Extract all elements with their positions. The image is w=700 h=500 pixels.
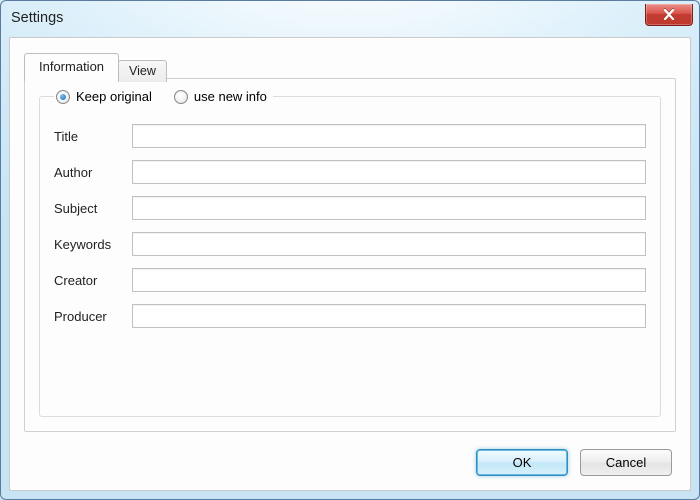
- info-group: Keep original use new info Title: [39, 89, 661, 417]
- form-rows: Title Author Subject Keywords: [54, 124, 646, 328]
- tab-information[interactable]: Information: [24, 53, 119, 81]
- label-author: Author: [54, 165, 132, 180]
- label-creator: Creator: [54, 273, 132, 288]
- tab-panel-information: Keep original use new info Title: [24, 78, 676, 432]
- radio-use-new-info[interactable]: use new info: [174, 89, 267, 104]
- radio-use-new-info-label: use new info: [194, 89, 267, 104]
- label-keywords: Keywords: [54, 237, 132, 252]
- radio-keep-original[interactable]: Keep original: [56, 89, 152, 104]
- cancel-button[interactable]: Cancel: [580, 449, 672, 476]
- settings-window: Settings Information View Keep original: [0, 0, 700, 500]
- radio-keep-original-label: Keep original: [76, 89, 152, 104]
- row-subject: Subject: [54, 196, 646, 220]
- row-creator: Creator: [54, 268, 646, 292]
- tab-view[interactable]: View: [118, 60, 167, 82]
- row-author: Author: [54, 160, 646, 184]
- row-producer: Producer: [54, 304, 646, 328]
- label-title: Title: [54, 129, 132, 144]
- close-icon: [663, 9, 675, 20]
- input-subject[interactable]: [132, 196, 646, 220]
- input-title[interactable]: [132, 124, 646, 148]
- dialog-buttons: OK Cancel: [476, 449, 672, 476]
- client-area: Information View Keep original use new i…: [9, 37, 691, 491]
- input-keywords[interactable]: [132, 232, 646, 256]
- radio-icon: [56, 90, 70, 104]
- title-bar: Settings: [1, 1, 699, 35]
- tab-strip: Information View: [24, 52, 166, 80]
- row-title: Title: [54, 124, 646, 148]
- label-producer: Producer: [54, 309, 132, 324]
- window-title: Settings: [11, 10, 63, 26]
- row-keywords: Keywords: [54, 232, 646, 256]
- radio-icon: [174, 90, 188, 104]
- close-button[interactable]: [645, 4, 693, 26]
- ok-button[interactable]: OK: [476, 449, 568, 476]
- info-group-legend: Keep original use new info: [54, 89, 273, 104]
- input-producer[interactable]: [132, 304, 646, 328]
- input-author[interactable]: [132, 160, 646, 184]
- label-subject: Subject: [54, 201, 132, 216]
- input-creator[interactable]: [132, 268, 646, 292]
